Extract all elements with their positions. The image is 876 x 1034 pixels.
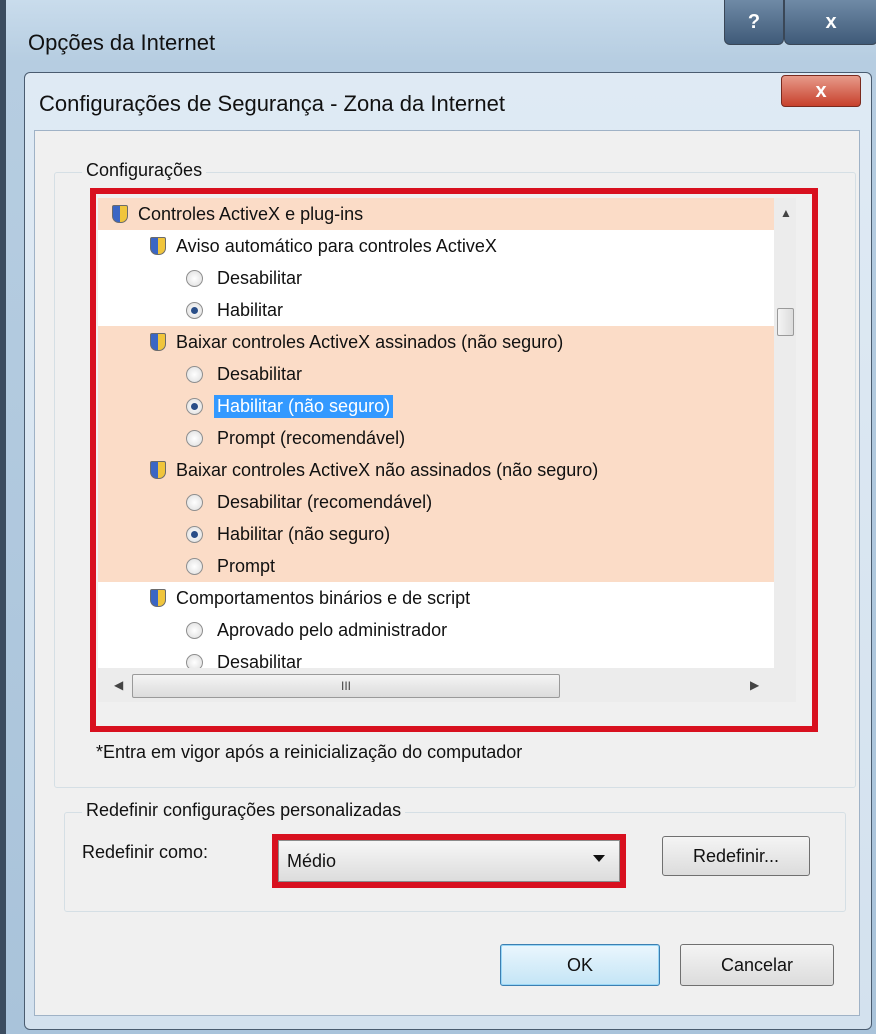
dialog-close-button[interactable]: x xyxy=(781,75,861,107)
dialog-title: Configurações de Segurança - Zona da Int… xyxy=(39,91,505,116)
help-button[interactable]: ? xyxy=(724,0,784,45)
settings-group-label: Configurações xyxy=(82,160,207,181)
red-highlight-frame-settings xyxy=(90,188,818,732)
outer-window-title: Opções da Internet xyxy=(28,30,216,55)
reset-button[interactable]: Redefinir... xyxy=(662,836,810,876)
reset-group-label: Redefinir configurações personalizadas xyxy=(82,800,406,821)
cancel-button[interactable]: Cancelar xyxy=(680,944,834,986)
restart-note: *Entra em vigor após a reinicialização d… xyxy=(96,742,523,762)
red-highlight-frame-select xyxy=(272,834,626,888)
reset-as-label: Redefinir como: xyxy=(82,842,209,862)
outer-close-button[interactable]: x xyxy=(784,0,876,45)
ok-button[interactable]: OK xyxy=(500,944,660,986)
